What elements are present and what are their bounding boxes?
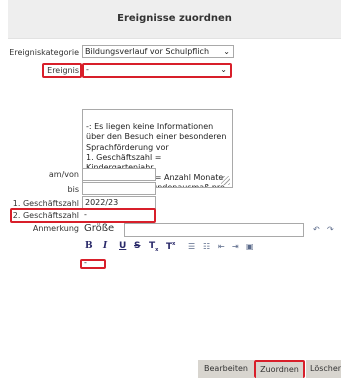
ereigniskategorie-label: Ereigniskategorie — [9, 48, 79, 57]
dialog-title: Ereignisse zuordnen — [8, 0, 341, 39]
image-icon[interactable]: ▣ — [246, 242, 254, 251]
ereignis-value: - — [86, 65, 89, 74]
bearbeiten-button[interactable]: Bearbeiten — [198, 360, 254, 378]
gz1-value: 2022/23 — [85, 198, 119, 207]
subscript-button[interactable]: Tx — [149, 241, 158, 253]
am-von-label: am/von — [48, 170, 79, 179]
bold-button[interactable]: B — [85, 241, 93, 251]
ereignis-select[interactable]: - ⌄ — [84, 65, 230, 76]
bis-label: bis — [67, 185, 79, 194]
zuordnen-button[interactable]: Zuordnen — [256, 362, 303, 378]
chevron-down-icon: ⌄ — [223, 47, 230, 56]
strikethrough-button[interactable]: S — [134, 241, 140, 251]
superscript-button[interactable]: Tx — [166, 241, 175, 252]
outdent-icon[interactable]: ⇤ — [218, 242, 225, 251]
resize-handle-icon[interactable] — [221, 176, 230, 185]
am-von-input[interactable] — [82, 168, 156, 181]
unordered-list-icon[interactable]: ☷ — [203, 242, 210, 251]
underline-button[interactable]: U — [119, 241, 126, 251]
redo-icon[interactable]: ↷ — [327, 225, 334, 234]
font-size-label[interactable]: Größe — [84, 223, 114, 234]
ereigniskategorie-select[interactable]: Bildungsverlauf vor Schulpflich ⌄ — [82, 45, 234, 58]
indent-icon[interactable]: ⇥ — [232, 242, 239, 251]
italic-button[interactable]: I — [103, 241, 107, 251]
anmerkung-label: Anmerkung — [32, 224, 79, 233]
ereigniskategorie-value: Bildungsverlauf vor Schulpflich — [85, 47, 210, 56]
undo-icon[interactable]: ↶ — [313, 225, 320, 234]
loeschen-button[interactable]: Löschen — [306, 360, 341, 378]
gz2-input[interactable]: - — [82, 210, 154, 221]
gz2-value: - — [84, 210, 87, 219]
gz1-label: 1. Geschäftszahl — [12, 199, 79, 208]
editor-content: - — [84, 258, 87, 267]
bis-input[interactable] — [82, 182, 156, 195]
anmerkung-editor[interactable]: - — [80, 253, 333, 345]
chevron-down-icon: ⌄ — [220, 65, 227, 74]
editor-font-size-input[interactable] — [124, 223, 304, 237]
ereignis-label: Ereignis — [47, 66, 79, 75]
gz2-label: 2. Geschäftszahl — [12, 211, 79, 220]
dialog-window: Ereignisse zuordnen Ereigniskategorie Bi… — [0, 0, 341, 378]
ordered-list-icon[interactable]: ☰ — [188, 242, 195, 251]
